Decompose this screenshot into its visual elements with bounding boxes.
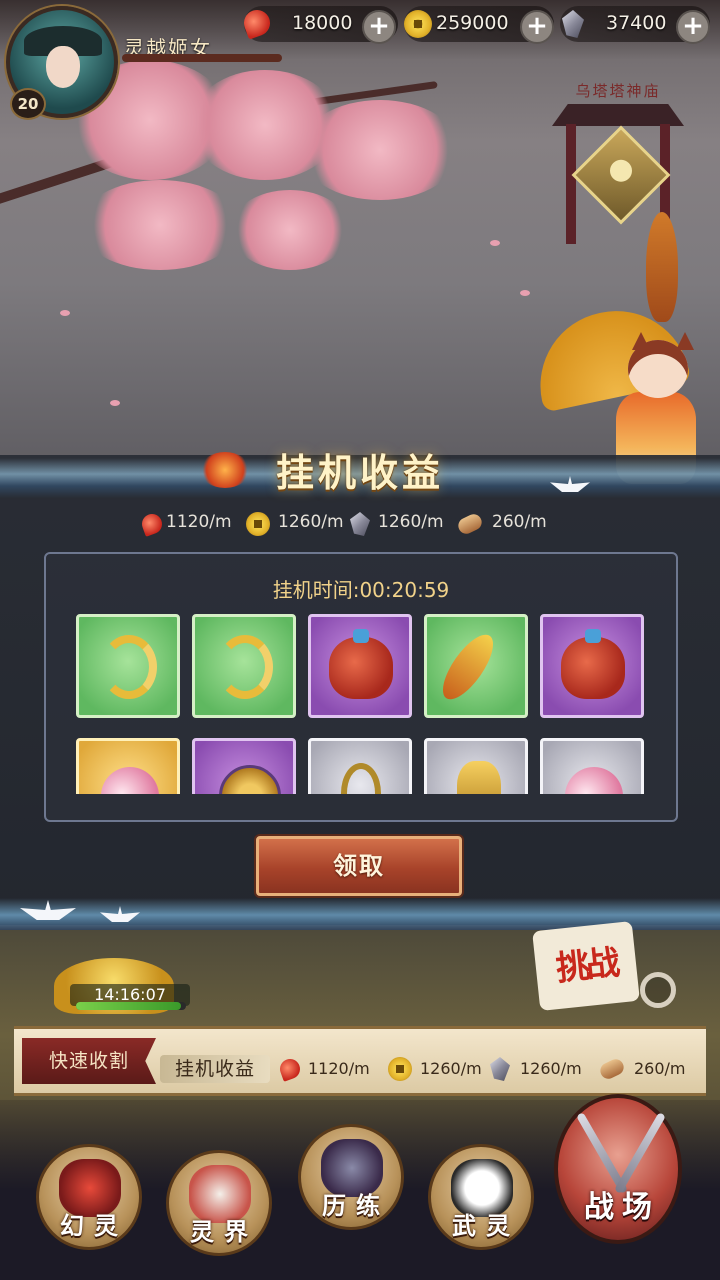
- reward-item[interactable]: [76, 738, 180, 794]
- temple-roof: [552, 104, 684, 126]
- rate-spirit-value: 1120/m: [166, 512, 232, 532]
- nav-lingjie-label: 灵界: [190, 1218, 258, 1246]
- reward-item[interactable]: [308, 738, 412, 794]
- crystal-icon: [490, 1057, 510, 1081]
- petal: [110, 400, 120, 406]
- magnifier-icon[interactable]: [640, 972, 676, 1008]
- cherry-blossom: [230, 190, 350, 270]
- coin-icon: [388, 1057, 412, 1081]
- coin-resource: 259000 +: [404, 6, 554, 44]
- temple-post: [566, 124, 576, 244]
- reward-item[interactable]: [308, 614, 412, 718]
- petal: [490, 240, 500, 246]
- player-level-badge: 20: [10, 88, 46, 120]
- fast-harvest-button[interactable]: 快速收割: [22, 1038, 156, 1084]
- golden-feather-icon: [433, 627, 503, 707]
- strip-rate-crystal-value: 1260/m: [520, 1059, 582, 1078]
- nav-lingjie[interactable]: 灵界: [166, 1150, 272, 1256]
- lucky-bag-icon: [329, 629, 393, 699]
- reward-item[interactable]: [424, 614, 528, 718]
- reward-item[interactable]: [424, 738, 528, 794]
- spirit-icon: [277, 1056, 303, 1082]
- crystal-resource: 37400 +: [560, 6, 710, 44]
- golden-s-icon: [101, 635, 157, 699]
- nav-wuling[interactable]: 武灵: [428, 1144, 534, 1250]
- scroll-icon: [597, 1056, 627, 1082]
- cherry-blossom: [300, 100, 460, 200]
- claim-button[interactable]: 领取: [256, 836, 462, 896]
- add-coin-button[interactable]: +: [520, 10, 554, 44]
- strip-rate-crystal: 1260/m: [490, 1029, 590, 1081]
- add-crystal-button[interactable]: +: [676, 10, 710, 44]
- nav-lilian[interactable]: 历练: [298, 1124, 404, 1230]
- gold-key-icon: [341, 763, 381, 794]
- spirit-amount: 18000: [292, 12, 353, 34]
- harvest-progress-fill: [76, 1002, 181, 1010]
- rate-scroll-value: 260/m: [492, 512, 547, 532]
- nav-lilian-label: 历练: [322, 1192, 390, 1220]
- rate-crystal-value: 1260/m: [378, 512, 444, 532]
- medal-icon: [219, 765, 281, 794]
- challenge-button[interactable]: 挑战: [532, 920, 640, 1012]
- rate-coin: 1260/m: [246, 512, 346, 540]
- pink-gem-icon: [90, 756, 170, 794]
- coin-icon: [246, 512, 270, 536]
- cherry-blossom: [80, 180, 240, 270]
- strip-rate-coin-value: 1260/m: [420, 1059, 482, 1078]
- reward-item[interactable]: [192, 614, 296, 718]
- crystal-amount: 37400: [606, 12, 667, 34]
- rate-crystal: 1260/m: [350, 512, 450, 540]
- crystal-icon: [350, 512, 370, 536]
- reward-box: 挂机时间:00:20:59: [44, 552, 678, 822]
- battlefield-button[interactable]: 战场: [554, 1094, 682, 1244]
- nav-huanling[interactable]: 幻灵: [36, 1144, 142, 1250]
- rate-scroll: 260/m: [455, 511, 558, 540]
- add-spirit-button[interactable]: +: [362, 10, 396, 44]
- coin-amount: 259000: [436, 12, 509, 34]
- reward-item[interactable]: [540, 614, 644, 718]
- rate-coin-value: 1260/m: [278, 512, 344, 532]
- pink-gem-icon: [554, 756, 634, 794]
- reward-item[interactable]: [192, 738, 296, 794]
- koi-streamer: [646, 212, 678, 322]
- idle-income-label: 挂机收益: [160, 1055, 270, 1083]
- temple-emblem-icon: [571, 125, 671, 225]
- golden-s-icon: [217, 635, 273, 699]
- rate-spirit: 1120/m: [139, 511, 242, 540]
- strip-rate-spirit: 1120/m: [277, 1029, 380, 1082]
- spirit-icon: [139, 511, 165, 537]
- harvest-progress-bar: [76, 1002, 186, 1010]
- reward-item[interactable]: [76, 614, 180, 718]
- idle-time: 挂机时间:00:20:59: [272, 578, 450, 602]
- player-exp-bar: [122, 54, 282, 62]
- gold-bell-icon: [457, 761, 501, 794]
- strip-rate-scroll: 260/m: [597, 1029, 700, 1082]
- character-ear: [632, 332, 650, 350]
- nav-wuling-label: 武灵: [452, 1212, 520, 1240]
- scroll-icon: [455, 511, 485, 537]
- petal: [520, 290, 530, 296]
- crystal-icon: [562, 10, 584, 38]
- reward-item[interactable]: [540, 738, 644, 794]
- nav-huanling-label: 幻灵: [60, 1212, 128, 1240]
- strip-rate-spirit-value: 1120/m: [308, 1059, 370, 1078]
- coin-icon: [404, 10, 432, 38]
- temple-label: 乌塔塔神庙: [575, 82, 661, 100]
- lucky-bag-icon: [561, 629, 625, 699]
- strip-rate-scroll-value: 260/m: [634, 1059, 686, 1078]
- strip-rate-coin: 1260/m: [388, 1029, 488, 1081]
- character-ear: [676, 332, 694, 350]
- panel-title: 挂机收益: [275, 451, 444, 495]
- spirit-resource: 18000 +: [240, 6, 398, 44]
- avatar-face: [46, 46, 80, 88]
- reward-grid[interactable]: [76, 614, 651, 794]
- petal: [60, 310, 70, 316]
- battlefield-label: 战场: [584, 1190, 660, 1225]
